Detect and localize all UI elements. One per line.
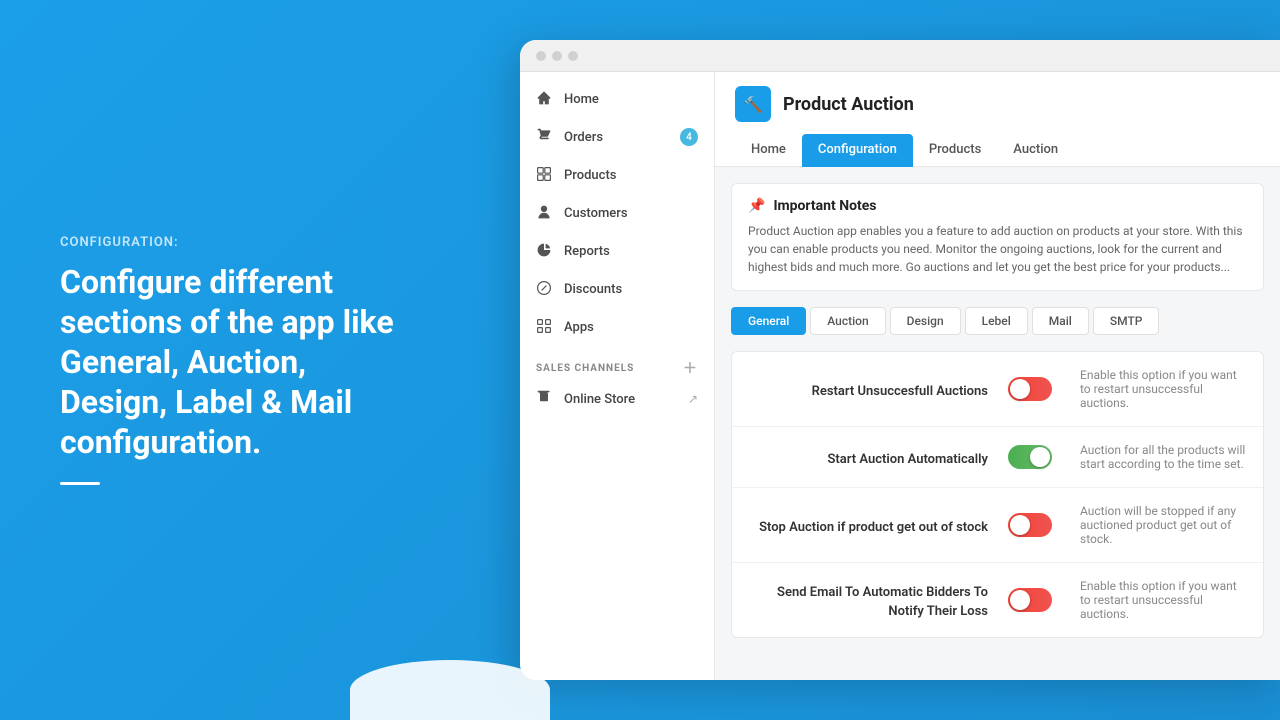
orders-icon [536,128,554,146]
sub-tab-auction[interactable]: Auction [810,307,885,335]
home-icon [536,90,554,108]
sub-tabs: General Auction Design Lebel Mail SMTP [731,307,1264,335]
stop-stock-toggle-col [1008,513,1068,537]
restart-label: Restart Unsuccesfull Auctions [812,384,988,399]
tab-products[interactable]: Products [913,134,997,167]
sidebar-item-customers[interactable]: Customers [520,194,714,232]
send-email-toggle[interactable] [1008,588,1052,612]
send-email-toggle-col [1008,588,1068,612]
notes-text: Product Auction app enables you a featur… [748,222,1247,276]
left-panel: CONFIGURATION: Configure different secti… [60,235,400,485]
start-auto-label: Start Auction Automatically [827,452,988,467]
sidebar-item-home[interactable]: Home [520,80,714,118]
tab-home[interactable]: Home [735,134,802,167]
stop-stock-label-col: Stop Auction if product get out of stock [748,516,1008,535]
discounts-icon [536,280,554,298]
sidebar-label-products: Products [564,168,616,183]
sidebar-item-products[interactable]: Products [520,156,714,194]
start-auto-desc: Auction for all the products will start … [1068,443,1247,471]
start-auto-toggle[interactable] [1008,445,1052,469]
app-icon: 🔨 [735,86,771,122]
send-email-label-col: Send Email To Automatic Bidders To Notif… [748,581,1008,619]
sidebar-label-customers: Customers [564,206,628,221]
browser-topbar [520,40,1280,72]
sub-tab-design[interactable]: Design [890,307,961,335]
stop-stock-label: Stop Auction if product get out of stock [759,520,988,535]
tab-auction[interactable]: Auction [997,134,1074,167]
stop-stock-desc: Auction will be stopped if any auctioned… [1068,504,1247,546]
sidebar-label-home: Home [564,92,599,107]
app-area: Home Orders 4 [520,72,1280,680]
sidebar: Home Orders 4 [520,72,715,680]
setting-stop-stock: Stop Auction if product get out of stock… [732,488,1263,563]
main-content: 🔨 Product Auction Home Configuration Pro… [715,72,1280,680]
tab-configuration[interactable]: Configuration [802,134,913,167]
sidebar-item-orders[interactable]: Orders 4 [520,118,714,156]
reports-icon [536,242,554,260]
browser-dot-2 [552,51,562,61]
sidebar-label-discounts: Discounts [564,282,622,297]
left-heading: Configure different sections of the app … [60,262,400,462]
start-auto-toggle-col [1008,445,1068,469]
sidebar-label-online-store: Online Store [564,392,635,407]
external-link-icon: ↗ [688,392,698,406]
sidebar-item-reports[interactable]: Reports [520,232,714,270]
wave-decoration [350,660,550,720]
restart-toggle[interactable] [1008,377,1052,401]
left-divider [60,482,100,485]
sidebar-item-apps[interactable]: Apps [520,308,714,346]
customers-icon [536,204,554,222]
sub-tab-mail[interactable]: Mail [1032,307,1089,335]
sales-channels-section: SALES CHANNELS ＋ [520,346,714,382]
orders-badge: 4 [680,128,698,146]
app-title: Product Auction [783,94,914,115]
settings-list: Restart Unsuccesfull Auctions Enable thi… [731,351,1264,638]
sub-tab-smtp[interactable]: SMTP [1093,307,1160,335]
notes-title: 📌 Important Notes [748,198,1247,214]
restart-label-col: Restart Unsuccesfull Auctions [748,380,1008,399]
sub-tab-general[interactable]: General [731,307,806,335]
left-label: CONFIGURATION: [60,235,400,250]
content-body: 📌 Important Notes Product Auction app en… [715,167,1280,680]
apps-icon [536,318,554,336]
sidebar-item-online-store[interactable]: Online Store ↗ [520,382,714,416]
notes-box: 📌 Important Notes Product Auction app en… [731,183,1264,291]
sidebar-label-reports: Reports [564,244,610,259]
browser-dot-3 [568,51,578,61]
setting-restart: Restart Unsuccesfull Auctions Enable thi… [732,352,1263,427]
app-header: 🔨 Product Auction Home Configuration Pro… [715,72,1280,167]
browser-card: Home Orders 4 [520,40,1280,680]
app-header-title-row: 🔨 Product Auction [735,86,1260,122]
store-icon [536,390,554,408]
sub-tab-label[interactable]: Lebel [965,307,1028,335]
sidebar-label-orders: Orders [564,130,603,145]
stop-stock-toggle[interactable] [1008,513,1052,537]
sidebar-item-discounts[interactable]: Discounts [520,270,714,308]
setting-start-auto: Start Auction Automatically Auction for … [732,427,1263,488]
add-channel-icon[interactable]: ＋ [683,358,698,378]
send-email-desc: Enable this option if you want to restar… [1068,579,1247,621]
restart-toggle-col [1008,377,1068,401]
setting-send-email: Send Email To Automatic Bidders To Notif… [732,563,1263,637]
send-email-label: Send Email To Automatic Bidders To Notif… [777,585,988,619]
restart-desc: Enable this option if you want to restar… [1068,368,1247,410]
browser-dot-1 [536,51,546,61]
tabs: Home Configuration Products Auction [735,134,1260,166]
products-icon [536,166,554,184]
notes-icon: 📌 [748,198,765,214]
sales-channels-label: SALES CHANNELS [536,363,634,374]
start-auto-label-col: Start Auction Automatically [748,448,1008,467]
sidebar-label-apps: Apps [564,320,594,335]
